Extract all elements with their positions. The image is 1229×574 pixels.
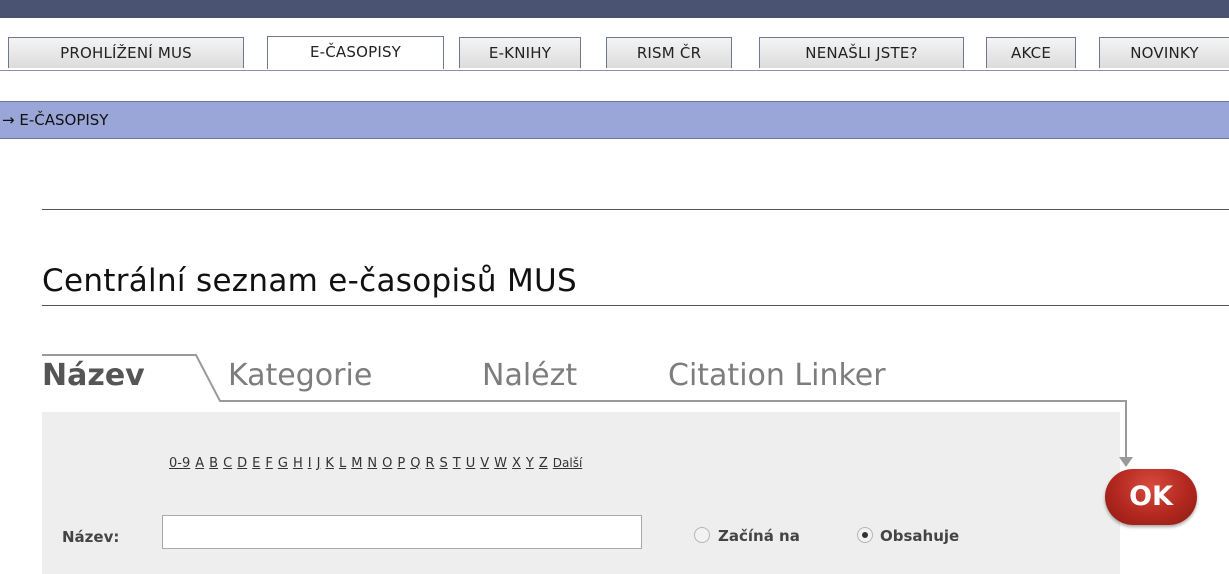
- radio-zacina-na-label: Začíná na: [718, 527, 800, 545]
- letter-link[interactable]: R: [425, 456, 434, 471]
- alphabet-index: 0-9 A B C D E F G H I J K L M N O P Q R S T U V W X Y Z Další: [169, 456, 587, 471]
- search-tab-nazev[interactable]: Název: [42, 358, 145, 393]
- letter-link[interactable]: B: [209, 456, 218, 471]
- letter-link[interactable]: K: [325, 456, 334, 471]
- letter-link[interactable]: Y: [526, 456, 534, 471]
- letter-link[interactable]: J: [317, 456, 321, 471]
- letter-link[interactable]: M: [351, 456, 362, 471]
- letter-link[interactable]: L: [339, 456, 346, 471]
- letter-link[interactable]: T: [453, 456, 461, 471]
- radio-obsahuje-label: Obsahuje: [880, 527, 960, 545]
- letter-link[interactable]: 0-9: [169, 456, 190, 471]
- ok-button[interactable]: OK: [1105, 469, 1197, 525]
- letter-link[interactable]: Q: [410, 456, 420, 471]
- letter-link[interactable]: S: [440, 456, 448, 471]
- letter-link[interactable]: O: [382, 456, 392, 471]
- letter-link[interactable]: U: [466, 456, 476, 471]
- letter-link[interactable]: C: [223, 456, 232, 471]
- title-search-input[interactable]: [162, 515, 642, 549]
- letter-link[interactable]: Z: [539, 456, 548, 471]
- letter-link[interactable]: W: [494, 456, 507, 471]
- letter-link[interactable]: I: [308, 456, 312, 471]
- letter-link[interactable]: N: [367, 456, 377, 471]
- search-tab-outline: [42, 354, 1133, 467]
- letter-link[interactable]: D: [237, 456, 247, 471]
- letter-link[interactable]: G: [278, 456, 288, 471]
- search-tab-nalezt[interactable]: Nalézt: [482, 358, 577, 393]
- letter-link-more[interactable]: Další: [553, 456, 583, 470]
- radio-obsahuje[interactable]: [857, 527, 873, 543]
- title-field-label: Název:: [62, 528, 120, 546]
- letter-link[interactable]: P: [397, 456, 405, 471]
- letter-link[interactable]: F: [265, 456, 272, 471]
- letter-link[interactable]: A: [195, 456, 204, 471]
- search-tab-citation-linker[interactable]: Citation Linker: [668, 358, 886, 393]
- letter-link[interactable]: V: [480, 456, 489, 471]
- search-tab-kategorie[interactable]: Kategorie: [228, 358, 372, 393]
- radio-zacina-na[interactable]: [694, 527, 710, 543]
- letter-link[interactable]: E: [252, 456, 260, 471]
- letter-link[interactable]: X: [512, 456, 521, 471]
- letter-link[interactable]: H: [293, 456, 303, 471]
